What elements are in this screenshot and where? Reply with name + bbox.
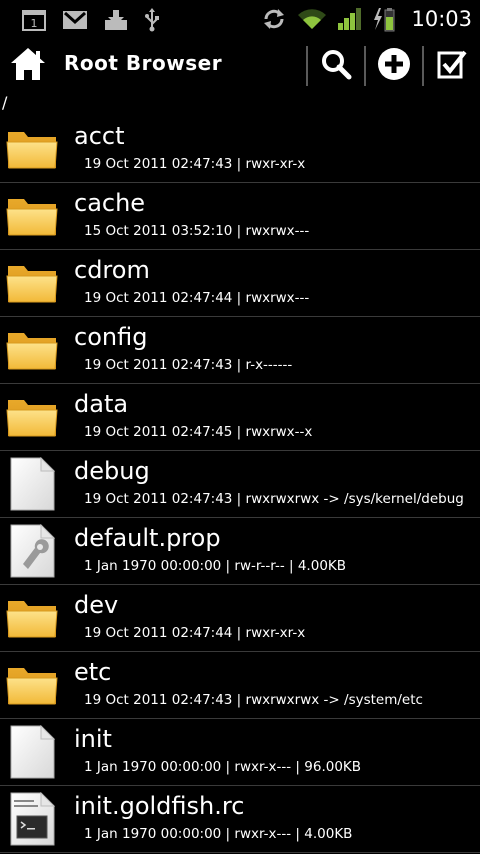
svg-text:1: 1 [31,17,38,30]
file-row[interactable]: config 19 Oct 2011 02:47:43 | r-x------ [0,317,480,384]
add-icon [377,47,411,85]
usb-icon [144,8,160,32]
file-name: config [74,323,148,351]
wifi-icon [297,7,327,31]
file-row[interactable]: init.goldfish.rc 1 Jan 1970 00:00:00 | rw… [0,786,480,853]
file-meta: 19 Oct 2011 02:47:43 | r-x------ [84,357,293,373]
calendar-icon: 1 [22,9,46,31]
battery-charging-icon [373,6,395,32]
settings-file-icon [9,523,61,578]
file-row[interactable]: acct 19 Oct 2011 02:47:43 | rwxr-xr-x [0,116,480,183]
file-row[interactable]: data 19 Oct 2011 02:47:45 | rwxrwx--x [0,384,480,451]
folder-icon [6,128,58,176]
folder-icon [6,664,58,712]
file-meta: 1 Jan 1970 00:00:00 | rwxr-x--- | 4.00KB [84,826,353,842]
file-meta: 19 Oct 2011 02:47:43 | rwxrwxrwx -> /sys… [84,491,464,507]
file-name: init.goldfish.rc [74,792,245,820]
file-row[interactable]: cache 15 Oct 2011 03:52:10 | rwxrwx--- [0,183,480,250]
file-meta: 15 Oct 2011 03:52:10 | rwxrwx--- [84,223,310,239]
file-meta: 19 Oct 2011 02:47:44 | rwxrwx--- [84,290,310,306]
folder-icon [6,597,58,645]
divider [306,46,308,86]
signal-icon [337,7,363,31]
file-row[interactable]: cdrom 19 Oct 2011 02:47:44 | rwxrwx--- [0,250,480,317]
app-title: Root Browser [64,51,223,75]
file-row[interactable]: etc 19 Oct 2011 02:47:43 | rwxrwxrwx -> /… [0,652,480,719]
file-icon [9,456,61,511]
system-area: 10:03 [261,0,472,38]
file-meta: 19 Oct 2011 02:47:43 | rwxrwxrwx -> /sys… [84,692,423,708]
current-path: / [2,93,8,112]
file-name: dev [74,591,119,619]
file-meta: 19 Oct 2011 02:47:44 | rwxr-xr-x [84,625,306,641]
folder-icon [6,396,58,444]
file-row[interactable]: debug 19 Oct 2011 02:47:43 | rwxrwxrwx ->… [0,451,480,518]
status-clock: 10:03 [411,7,472,31]
file-name: cdrom [74,256,150,284]
status-bar: 1 10:03 [0,0,480,38]
file-row[interactable]: dev 19 Oct 2011 02:47:44 | rwxr-xr-x [0,585,480,652]
search-button[interactable] [316,46,356,86]
file-meta: 19 Oct 2011 02:47:43 | rwxr-xr-x [84,156,306,172]
file-name: init [74,725,112,753]
add-button[interactable] [374,46,414,86]
download-icon [104,9,128,31]
file-list: acct 19 Oct 2011 02:47:43 | rwxr-xr-x cac… [0,116,480,853]
folder-icon [6,195,58,243]
file-name: cache [74,189,146,217]
file-name: default.prop [74,524,221,552]
file-name: data [74,390,129,418]
divider [422,46,424,86]
file-icon [9,724,61,779]
search-icon [320,48,352,84]
folder-icon [6,262,58,310]
notification-area: 1 [22,8,160,32]
home-icon [9,46,47,86]
sync-icon [261,7,287,31]
divider [364,46,366,86]
action-bar: Root Browser [0,38,480,94]
action-bar-actions [298,38,480,94]
home-button[interactable] [6,44,50,88]
file-row[interactable]: default.prop 1 Jan 1970 00:00:00 | rw-r--… [0,518,480,585]
multiselect-icon [436,48,468,84]
file-name: acct [74,122,125,150]
gmail-icon [62,10,88,30]
file-name: etc [74,658,112,686]
multiselect-button[interactable] [432,46,472,86]
script-file-icon [9,791,61,846]
file-meta: 1 Jan 1970 00:00:00 | rw-r--r-- | 4.00KB [84,558,347,574]
file-meta: 19 Oct 2011 02:47:45 | rwxrwx--x [84,424,313,440]
file-meta: 1 Jan 1970 00:00:00 | rwxr-x--- | 96.00K… [84,759,362,775]
file-name: debug [74,457,150,485]
folder-icon [6,329,58,377]
file-row[interactable]: init 1 Jan 1970 00:00:00 | rwxr-x--- | 96… [0,719,480,786]
